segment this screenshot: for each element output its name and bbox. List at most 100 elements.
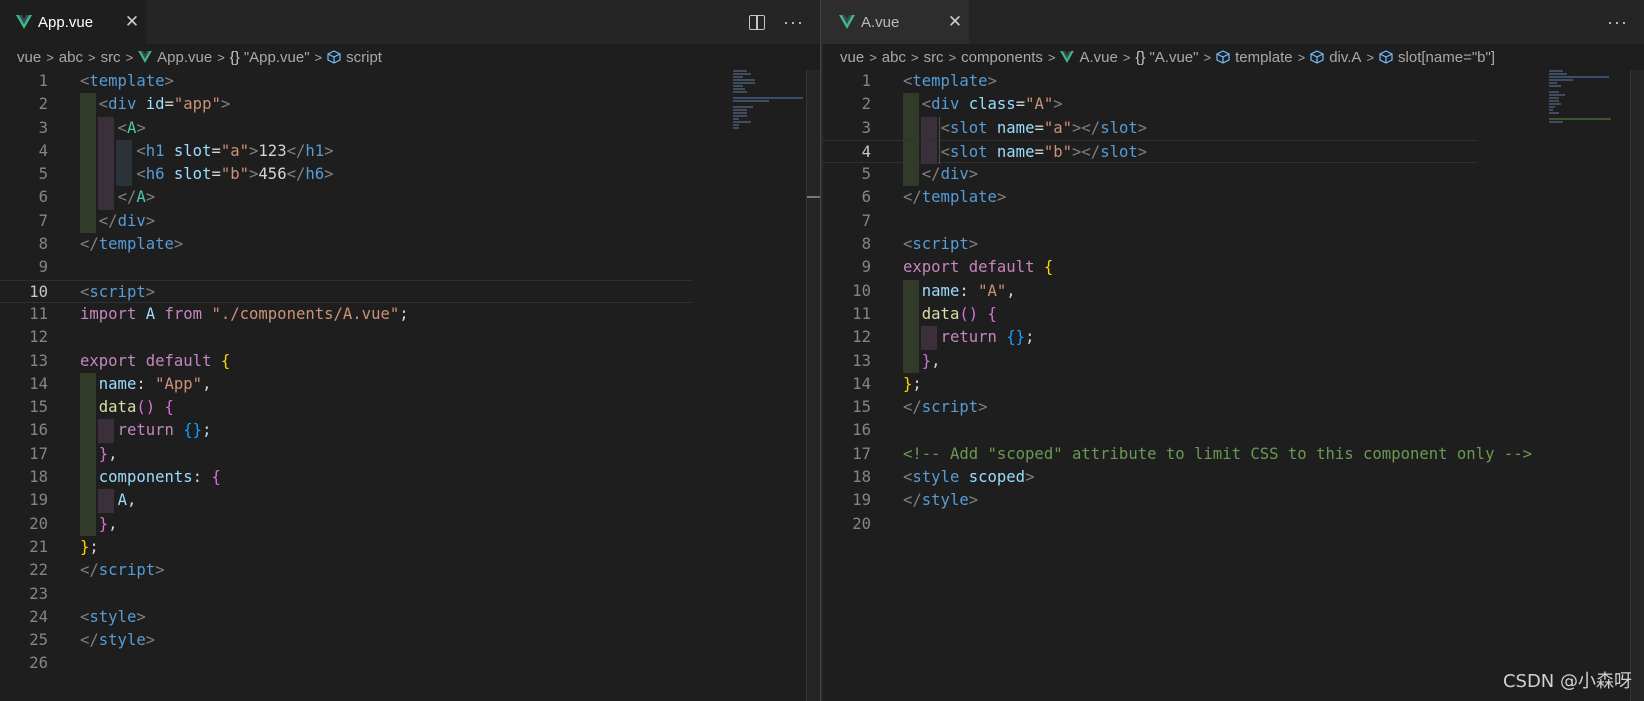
- more-actions-icon[interactable]: ···: [783, 12, 804, 33]
- code-line[interactable]: <style scoped>: [903, 466, 1034, 489]
- tab-bar: A.vue ✕ ···: [823, 0, 1644, 44]
- breadcrumb-item[interactable]: {} "A.vue": [1135, 49, 1198, 66]
- code-line[interactable]: name: "A",: [903, 280, 1016, 303]
- code-line[interactable]: <A>: [80, 117, 146, 140]
- line-number: 10: [852, 281, 871, 300]
- braces-icon: {}: [229, 48, 240, 66]
- code-line[interactable]: <template>: [903, 70, 997, 93]
- code-line[interactable]: };: [80, 536, 99, 559]
- line-number: 13: [852, 351, 871, 370]
- line-number: 21: [29, 537, 48, 556]
- chevron-right-icon: >: [1366, 49, 1375, 65]
- braces-icon: {}: [1135, 48, 1146, 66]
- line-number: 8: [861, 235, 871, 254]
- line-number: 18: [29, 468, 48, 487]
- code-line[interactable]: <slot name="b"></slot>: [903, 141, 1148, 164]
- line-number: 3: [38, 118, 48, 137]
- code-line[interactable]: },: [80, 443, 118, 466]
- line-number: 1: [38, 72, 48, 90]
- code-line[interactable]: <h1 slot="a">123</h1>: [80, 140, 333, 163]
- breadcrumb-item[interactable]: A.vue: [1060, 49, 1118, 66]
- breadcrumb-item[interactable]: abc: [59, 49, 83, 66]
- code-line[interactable]: </div>: [80, 210, 155, 233]
- code-line[interactable]: </script>: [903, 396, 988, 419]
- code-line[interactable]: <style>: [80, 606, 146, 629]
- line-number: 11: [29, 304, 48, 323]
- code-line[interactable]: components: {: [80, 466, 221, 489]
- split-editor-icon[interactable]: [749, 14, 766, 30]
- code-line[interactable]: </template>: [80, 233, 183, 256]
- code-line[interactable]: <div class="A">: [903, 93, 1063, 116]
- code-line[interactable]: import A from "./components/A.vue";: [80, 303, 409, 326]
- code-line[interactable]: },: [80, 513, 118, 536]
- code-line[interactable]: data() {: [903, 303, 997, 326]
- breadcrumb-item[interactable]: src: [101, 49, 121, 66]
- code-line[interactable]: data() {: [80, 396, 174, 419]
- tab-app-vue[interactable]: App.vue ✕: [0, 0, 146, 44]
- vertical-scrollbar[interactable]: [1630, 70, 1644, 701]
- chevron-right-icon: >: [46, 49, 54, 65]
- line-number: 17: [29, 444, 48, 463]
- code-line[interactable]: export default {: [903, 256, 1053, 279]
- code-editor[interactable]: 1 <template> 2 <div class="A"> 3 <slot na…: [823, 70, 1644, 701]
- breadcrumb-item[interactable]: div.A: [1310, 49, 1361, 66]
- chevron-right-icon: >: [1122, 49, 1131, 65]
- code-line[interactable]: </A>: [80, 186, 156, 209]
- line-number: 8: [38, 235, 48, 254]
- line-number: 9: [861, 258, 871, 277]
- code-line[interactable]: <script>: [903, 233, 978, 256]
- editor-pane-left: App.vue ✕ ··· vue > abc > src > App.vue > {}…: [0, 0, 820, 701]
- code-line[interactable]: };: [903, 373, 922, 396]
- code-line[interactable]: A,: [80, 489, 137, 512]
- code-line[interactable]: export default {: [80, 350, 230, 373]
- line-number: 25: [29, 631, 48, 650]
- breadcrumb-item[interactable]: src: [924, 49, 944, 66]
- minimap[interactable]: [733, 70, 803, 150]
- cube-icon: [1379, 50, 1393, 64]
- chevron-right-icon: >: [869, 49, 877, 65]
- close-icon[interactable]: ✕: [118, 12, 146, 32]
- line-number: 6: [38, 188, 48, 207]
- line-number: 12: [852, 328, 871, 347]
- code-line[interactable]: </style>: [80, 629, 155, 652]
- code-line[interactable]: </style>: [903, 489, 978, 512]
- line-number: 3: [861, 118, 871, 137]
- vertical-scrollbar[interactable]: [806, 70, 820, 701]
- breadcrumb-item[interactable]: components: [961, 49, 1043, 66]
- code-line[interactable]: <slot name="a"></slot>: [903, 117, 1148, 140]
- more-actions-icon[interactable]: ···: [1607, 12, 1628, 33]
- breadcrumb-item[interactable]: vue: [17, 49, 41, 66]
- code-line[interactable]: return {};: [903, 326, 1035, 349]
- line-number: 7: [38, 211, 48, 230]
- line-number: 23: [29, 584, 48, 603]
- breadcrumb-item[interactable]: vue: [840, 49, 864, 66]
- line-number: 20: [852, 514, 871, 533]
- code-line[interactable]: <template>: [80, 70, 174, 93]
- code-line[interactable]: <div id="app">: [80, 93, 230, 116]
- editor-pane-right: A.vue ✕ ··· vue > abc > src > components > A…: [823, 0, 1644, 701]
- tab-a-vue[interactable]: A.vue ✕: [823, 0, 969, 44]
- close-icon[interactable]: ✕: [941, 12, 969, 32]
- code-line[interactable]: </script>: [80, 559, 165, 582]
- code-line[interactable]: </div>: [903, 163, 978, 186]
- code-line[interactable]: <script>: [80, 281, 155, 304]
- code-line[interactable]: <h6 slot="b">456</h6>: [80, 163, 333, 186]
- breadcrumb-item[interactable]: slot[name="b"]: [1379, 49, 1495, 66]
- line-number: 16: [852, 421, 871, 440]
- breadcrumb-item[interactable]: abc: [882, 49, 906, 66]
- code-line[interactable]: },: [903, 350, 941, 373]
- code-line[interactable]: name: "App",: [80, 373, 212, 396]
- line-number: 12: [29, 328, 48, 347]
- breadcrumb-item[interactable]: script: [327, 49, 382, 66]
- code-editor[interactable]: 1 <template> 2 <div id="app"> 3 <A> 4 <h1…: [0, 70, 820, 701]
- breadcrumb-item[interactable]: template: [1216, 49, 1293, 66]
- chevron-right-icon: >: [87, 49, 96, 65]
- minimap[interactable]: [1549, 70, 1619, 150]
- code-line[interactable]: </template>: [903, 186, 1006, 209]
- breadcrumb-item[interactable]: App.vue: [138, 49, 212, 66]
- code-line[interactable]: <!-- Add "scoped" attribute to limit CSS…: [903, 443, 1532, 466]
- breadcrumb-item[interactable]: {} "App.vue": [230, 49, 310, 66]
- line-number: 14: [29, 374, 48, 393]
- line-number: 17: [852, 444, 871, 463]
- code-line[interactable]: return {};: [80, 419, 212, 442]
